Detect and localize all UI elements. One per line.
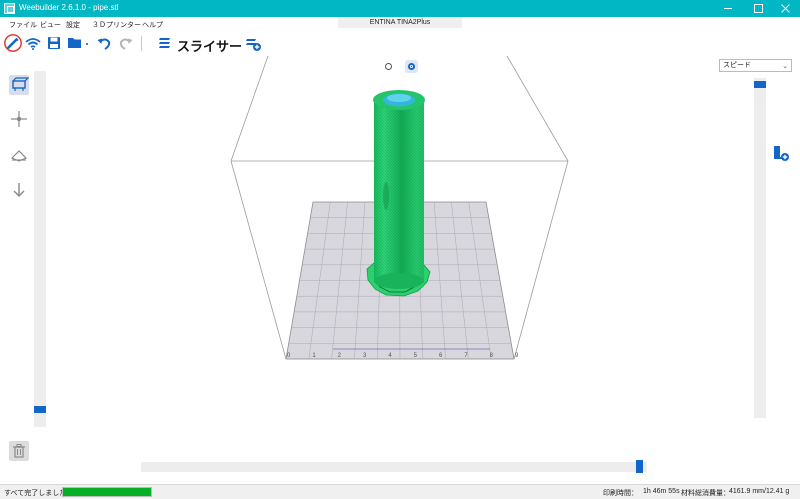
layer-icon[interactable] [9,145,29,165]
minimize-button[interactable] [713,0,743,17]
print-time-value: 1h 46m 55s [643,488,680,495]
maximize-button[interactable] [743,0,773,17]
brush-icon[interactable] [4,34,22,52]
status-bar: すべて完了しました。 印刷時間： 1h 46m 55s 材料総消費量： 4161… [0,484,800,499]
menu-help[interactable]: ヘルプ [142,20,163,30]
model-pipe[interactable] [373,90,425,289]
print-time-label: 印刷時間： [603,490,638,497]
arrow-down-icon[interactable] [9,180,29,200]
add-model-icon[interactable] [770,143,790,163]
material-value: 4161.9 mm/12.41 g [729,488,790,495]
view-3d-icon[interactable] [9,75,29,95]
viewport-3d[interactable]: 0123456789 スピード ⌄ [0,56,800,484]
menu-settings[interactable]: 設定 [66,20,80,30]
progress-bar [62,487,152,497]
material-label: 材料総消費量： [681,490,730,497]
layer-slider-left[interactable] [34,71,46,427]
menu-file[interactable]: ファイル [9,20,37,30]
redo-icon[interactable] [117,34,135,52]
trash-icon[interactable] [9,441,29,461]
close-button[interactable] [771,0,800,17]
folder-open-icon[interactable] [66,34,92,52]
toolbar-separator [141,36,142,51]
print-send-icon[interactable] [244,34,262,52]
printer-name[interactable]: ENTINA TINA2Plus [338,17,462,28]
window-title: Weebuilder 2.6.1.0 - pipe.stl [19,3,119,12]
layer-slider-right-thumb[interactable] [754,81,766,88]
move-icon[interactable] [9,109,29,129]
wifi-icon[interactable] [24,34,42,52]
undo-icon[interactable] [95,34,113,52]
save-icon[interactable] [45,34,63,52]
menu-view[interactable]: ビュー [40,20,61,30]
menu-3d-printer[interactable]: ３Ｄプリンター [92,20,141,30]
view-radio-off[interactable] [382,60,395,73]
toolbar [0,30,800,56]
view-radio-on[interactable] [405,60,418,73]
view-mode-value: スピード [723,62,751,69]
slicer-icon[interactable] [156,34,174,52]
layer-slider-right[interactable] [754,78,766,418]
timeline-slider[interactable] [141,460,647,473]
chevron-down-icon: ⌄ [782,63,788,70]
app-icon [4,3,15,14]
layer-slider-left-thumb[interactable] [34,406,46,413]
view-mode-select[interactable]: スピード ⌄ [719,59,792,72]
timeline-slider-thumb[interactable] [636,460,643,473]
title-bar: Weebuilder 2.6.1.0 - pipe.stl [0,0,800,17]
progress-fill [63,488,151,496]
slicer-label[interactable]: スライサー [177,36,242,55]
app-window: Weebuilder 2.6.1.0 - pipe.stl ファイル ビュー 設… [0,0,800,499]
scene-canvas[interactable]: 0123456789 [0,56,800,484]
plate-tick-label: 9 [515,353,519,359]
